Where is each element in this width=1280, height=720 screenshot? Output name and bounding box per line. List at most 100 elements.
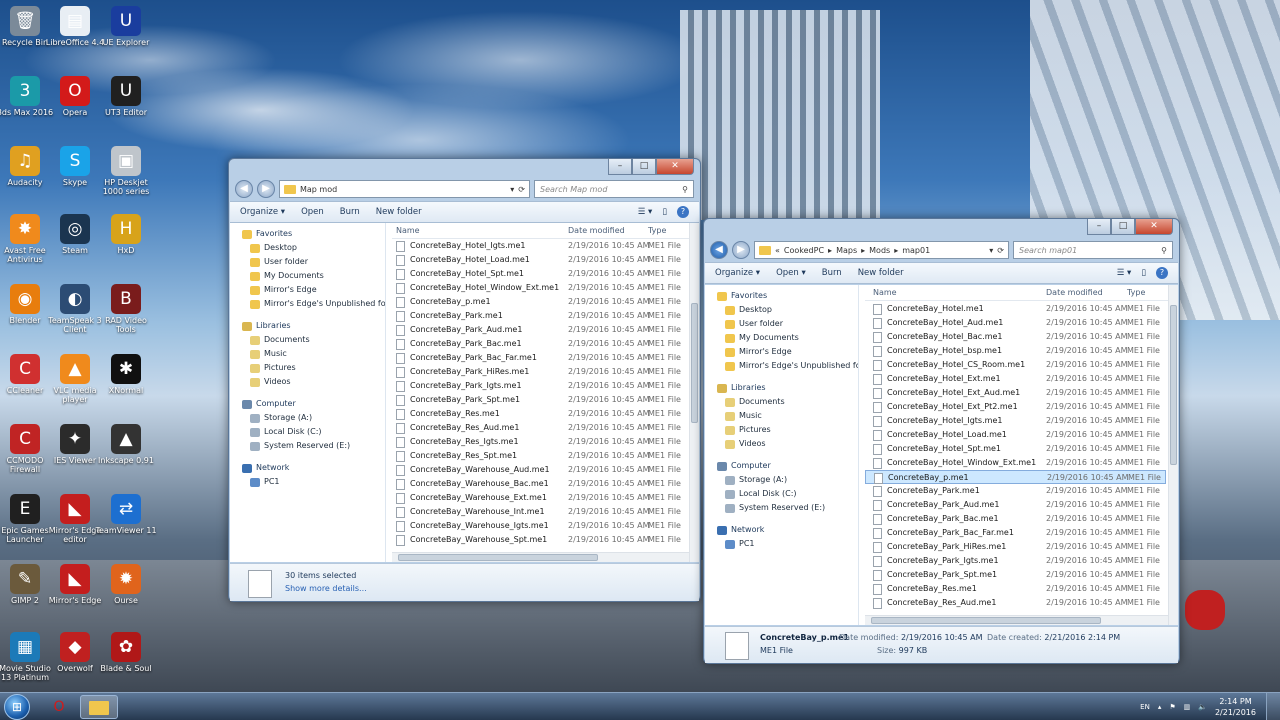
vertical-scrollbar[interactable] (1168, 285, 1178, 625)
file-row[interactable]: ConcreteBay_Warehouse_Bac.me1 2/19/2016 1… (392, 477, 687, 491)
address-dropdown-icon[interactable]: ▾ (989, 246, 993, 255)
nav-item[interactable]: Videos (717, 437, 858, 451)
file-row[interactable]: ConcreteBay_Park_Bac_Far.me1 2/19/2016 10… (392, 351, 687, 365)
file-row[interactable]: ConcreteBay_Res_Aud.me1 2/19/2016 10:45 A… (392, 421, 687, 435)
address-bar[interactable]: « CookedPC ▸ Maps ▸ Mods ▸ map01 ▾ ⟳ (754, 241, 1009, 259)
volume-icon[interactable]: 🔈 (1198, 703, 1207, 711)
nav-item[interactable]: PC1 (717, 537, 858, 551)
nav-item[interactable]: Desktop (717, 303, 858, 317)
view-options-icon[interactable]: ☰ ▾ (638, 207, 653, 217)
nav-item[interactable]: Videos (242, 375, 385, 389)
nav-item[interactable]: Desktop (242, 241, 385, 255)
file-row[interactable]: ConcreteBay_Hotel_CS_Room.me1 2/19/2016 1… (865, 358, 1166, 372)
file-row[interactable]: ConcreteBay_Hotel_Ext_Pt2.me1 2/19/2016 1… (865, 400, 1166, 414)
file-row[interactable]: ConcreteBay_Hotel_Load.me1 2/19/2016 10:4… (865, 428, 1166, 442)
minimize-button[interactable]: – (1087, 219, 1111, 235)
column-type[interactable]: Type (1127, 288, 1145, 297)
file-row[interactable]: ConcreteBay_Park_Aud.me1 2/19/2016 10:45 … (392, 323, 687, 337)
file-row[interactable]: ConcreteBay_Warehouse_Int.me1 2/19/2016 1… (392, 505, 687, 519)
open-button[interactable]: Open (301, 207, 324, 217)
show-desktop-button[interactable] (1266, 693, 1280, 720)
file-row[interactable]: ConcreteBay_Park_Bac_Far.me1 2/19/2016 10… (865, 526, 1166, 540)
nav-item[interactable]: User folder (717, 317, 858, 331)
breadcrumb-cookedpc[interactable]: CookedPC (784, 246, 824, 255)
file-row[interactable]: ConcreteBay_Warehouse_Spt.me1 2/19/2016 1… (392, 533, 687, 547)
file-row[interactable]: ConcreteBay_Warehouse_Igts.me1 2/19/2016 … (392, 519, 687, 533)
nav-item[interactable]: Documents (242, 333, 385, 347)
desktop-icon[interactable]: U UT3 Editor (95, 76, 157, 117)
file-row[interactable]: ConcreteBay_Hotel.me1 2/19/2016 10:45 AM M… (865, 302, 1166, 316)
back-button[interactable]: ◀ (710, 241, 728, 259)
breadcrumb-separator-icon[interactable]: ▸ (861, 246, 865, 255)
file-row[interactable]: ConcreteBay_p.me1 2/19/2016 10:45 AM ME1 F… (392, 295, 687, 309)
file-explorer-taskbar-icon[interactable] (80, 695, 118, 719)
nav-network[interactable]: Network (242, 461, 385, 475)
file-row[interactable]: ConcreteBay_Warehouse_Aud.me1 2/19/2016 1… (392, 463, 687, 477)
breadcrumb-separator-icon[interactable]: ▸ (894, 246, 898, 255)
breadcrumb-mods[interactable]: Mods (869, 246, 890, 255)
nav-item[interactable]: System Reserved (E:) (717, 501, 858, 515)
nav-item[interactable]: Music (717, 409, 858, 423)
nav-item[interactable]: PC1 (242, 475, 385, 489)
nav-item[interactable]: Storage (A:) (717, 473, 858, 487)
breadcrumb[interactable]: Map mod (300, 185, 337, 194)
file-row[interactable]: ConcreteBay_Park_HiRes.me1 2/19/2016 10:4… (865, 540, 1166, 554)
preview-pane-icon[interactable]: ▯ (1141, 268, 1146, 278)
column-name[interactable]: Name (873, 288, 897, 297)
desktop-icon[interactable]: ▲ Inkscape 0.91 (95, 424, 157, 465)
maximize-button[interactable]: □ (632, 159, 656, 175)
file-row[interactable]: ConcreteBay_Park.me1 2/19/2016 10:45 AM ME… (392, 309, 687, 323)
file-row[interactable]: ConcreteBay_Hotel_Ext_Aud.me1 2/19/2016 1… (865, 386, 1166, 400)
breadcrumb-separator-icon[interactable]: ▸ (828, 246, 832, 255)
show-more-details-link[interactable]: Show more details... (285, 584, 367, 593)
help-icon[interactable]: ? (677, 206, 689, 218)
nav-item[interactable]: Music (242, 347, 385, 361)
file-row[interactable]: ConcreteBay_Hotel_Spt.me1 2/19/2016 10:45… (392, 267, 687, 281)
nav-item[interactable]: Storage (A:) (242, 411, 385, 425)
organize-button[interactable]: Organize ▾ (715, 268, 760, 278)
nav-item[interactable]: Pictures (717, 423, 858, 437)
close-button[interactable]: ✕ (1135, 219, 1173, 235)
file-row[interactable]: ConcreteBay_Warehouse_Ext.me1 2/19/2016 1… (392, 491, 687, 505)
flag-icon[interactable]: ⚑ (1169, 703, 1175, 711)
column-type[interactable]: Type (648, 226, 666, 235)
file-row[interactable]: ConcreteBay_Park_Aud.me1 2/19/2016 10:45 … (865, 498, 1166, 512)
language-indicator[interactable]: EN (1140, 703, 1150, 711)
desktop-icon[interactable]: ✱ XNormal (95, 354, 157, 395)
breadcrumb-overflow-icon[interactable]: « (775, 246, 780, 255)
open-button[interactable]: Open ▾ (776, 268, 806, 278)
breadcrumb-map01[interactable]: map01 (902, 246, 930, 255)
file-row[interactable]: ConcreteBay_Park_Igts.me1 2/19/2016 10:45… (865, 554, 1166, 568)
file-row[interactable]: ConcreteBay_Park.me1 2/19/2016 10:45 AM ME… (865, 484, 1166, 498)
nav-favorites[interactable]: Favorites (717, 289, 858, 303)
maximize-button[interactable]: □ (1111, 219, 1135, 235)
nav-item[interactable]: My Documents (717, 331, 858, 345)
search-input[interactable]: Search map01 ⚲ (1013, 241, 1173, 259)
close-button[interactable]: ✕ (656, 159, 694, 175)
file-row[interactable]: ConcreteBay_Park_Bac.me1 2/19/2016 10:45 … (392, 337, 687, 351)
start-button[interactable]: ⊞ (4, 694, 30, 720)
new-folder-button[interactable]: New folder (858, 268, 904, 278)
file-row[interactable]: ConcreteBay_Hotel_Igts.me1 2/19/2016 10:4… (392, 239, 687, 253)
address-dropdown-icon[interactable]: ▾ (510, 185, 514, 194)
nav-item[interactable]: Mirror's Edge's Unpublished fold (717, 359, 858, 373)
file-row[interactable]: ConcreteBay_Hotel_bsp.me1 2/19/2016 10:45… (865, 344, 1166, 358)
nav-item[interactable]: My Documents (242, 269, 385, 283)
forward-button[interactable]: ▶ (732, 241, 750, 259)
opera-taskbar-icon[interactable]: O (40, 695, 78, 719)
nav-computer[interactable]: Computer (717, 459, 858, 473)
refresh-icon[interactable]: ⟳ (997, 246, 1004, 255)
file-row[interactable]: ConcreteBay_Res_Igts.me1 2/19/2016 10:45 … (392, 435, 687, 449)
new-folder-button[interactable]: New folder (376, 207, 422, 217)
file-row[interactable]: ConcreteBay_Hotel_Aud.me1 2/19/2016 10:45… (865, 316, 1166, 330)
file-row[interactable]: ConcreteBay_Hotel_Spt.me1 2/19/2016 10:45… (865, 442, 1166, 456)
clock[interactable]: 2:14 PM 2/21/2016 (1215, 696, 1256, 718)
file-row[interactable]: ConcreteBay_Park_Bac.me1 2/19/2016 10:45 … (865, 512, 1166, 526)
file-row[interactable]: ConcreteBay_p.me1 2/19/2016 10:45 AM ME1 F… (865, 470, 1166, 484)
nav-item[interactable]: Mirror's Edge's Unpublished fold (242, 297, 385, 311)
address-bar[interactable]: Map mod ▾ ⟳ (279, 180, 530, 198)
nav-item[interactable]: Mirror's Edge (717, 345, 858, 359)
nav-item[interactable]: System Reserved (E:) (242, 439, 385, 453)
burn-button[interactable]: Burn (340, 207, 360, 217)
file-row[interactable]: ConcreteBay_Hotel_Window_Ext.me1 2/19/201… (865, 456, 1166, 470)
